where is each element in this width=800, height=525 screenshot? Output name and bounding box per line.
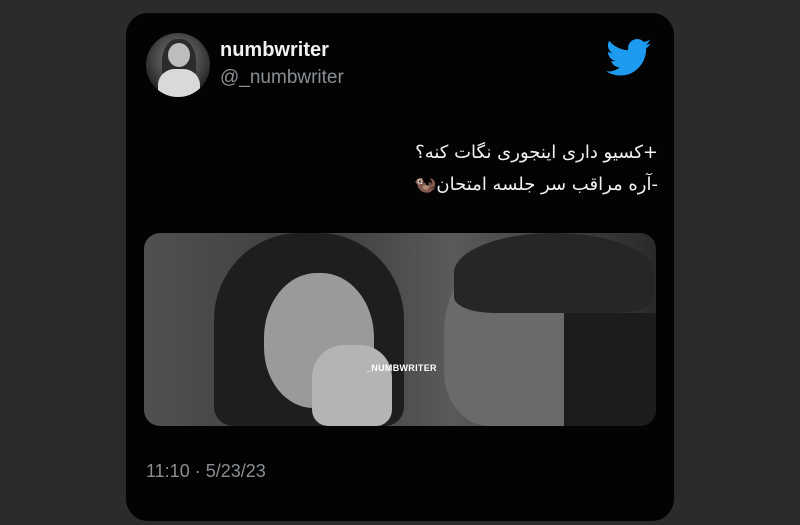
tweet-text: +کسیو داری اینجوری نگات کنه؟ -آره مراقب …	[166, 137, 658, 201]
tweet-text-line-1: +کسیو داری اینجوری نگات کنه؟	[415, 142, 658, 163]
photo-man-shoulder	[564, 313, 656, 426]
avatar-face-shape	[168, 43, 190, 67]
tweet-media-image[interactable]: _NUMBWRITER	[144, 233, 656, 426]
user-handle[interactable]: @_numbwriter	[220, 67, 344, 89]
twitter-bird-icon	[606, 39, 652, 76]
avatar[interactable]	[146, 33, 210, 97]
tweet-text-line-2: -آره مراقب سر جلسه امتحان🦦	[414, 174, 658, 195]
display-name[interactable]: numbwriter	[220, 39, 329, 62]
media-watermark: _NUMBWRITER	[366, 363, 437, 373]
avatar-body-shape	[158, 69, 200, 97]
screenshot: numbwriter @_numbwriter +کسیو داری اینجو…	[0, 0, 800, 525]
photo-man-hair	[454, 233, 654, 313]
tweet-card: numbwriter @_numbwriter +کسیو داری اینجو…	[126, 13, 674, 521]
photo-woman-hand	[312, 345, 392, 426]
tweet-timestamp[interactable]: 11:10 · 5/23/23	[146, 461, 266, 482]
